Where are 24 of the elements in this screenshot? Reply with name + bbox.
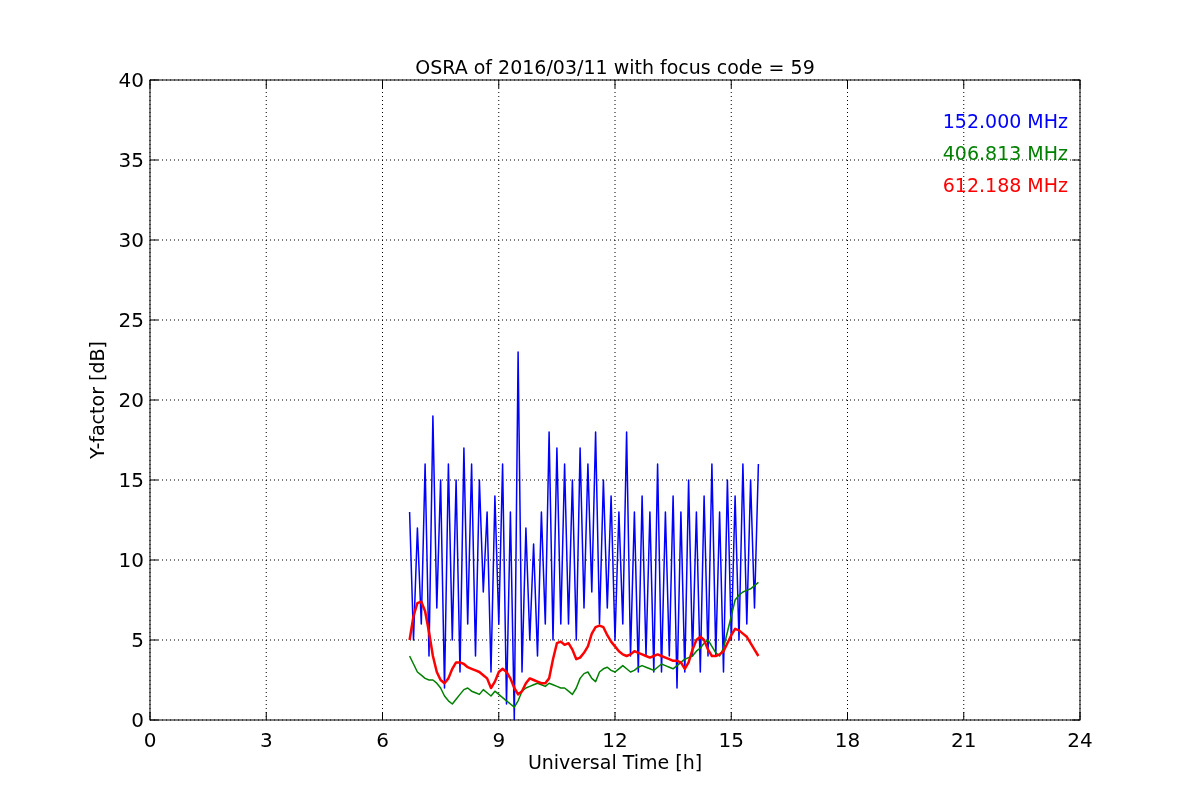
y-tick-label: 30 bbox=[118, 228, 144, 252]
y-tick-label: 35 bbox=[118, 148, 144, 172]
legend-label: 152.000 MHz bbox=[942, 110, 1068, 132]
y-tick-label: 25 bbox=[118, 308, 144, 332]
y-tick-label: 15 bbox=[118, 468, 144, 492]
y-tick-label: 5 bbox=[131, 628, 144, 652]
legend-label: 406.813 MHz bbox=[942, 142, 1068, 164]
x-tick-label: 3 bbox=[259, 728, 273, 752]
x-tick-label: 15 bbox=[718, 728, 744, 752]
x-tick-label: 24 bbox=[1067, 728, 1093, 752]
x-tick-label: 12 bbox=[602, 728, 628, 752]
y-tick-label: 20 bbox=[118, 388, 144, 412]
x-axis-label: Universal Time [h] bbox=[527, 751, 703, 773]
x-tick-label: 18 bbox=[834, 728, 861, 752]
y-tick-label: 40 bbox=[118, 68, 144, 92]
x-tick-label: 0 bbox=[143, 728, 157, 752]
x-tick-label: 21 bbox=[951, 728, 977, 752]
x-tick-label: 9 bbox=[492, 728, 506, 752]
y-tick-label: 0 bbox=[131, 708, 144, 732]
chart-title: OSRA of 2016/03/11 with focus code = 59 bbox=[415, 56, 815, 78]
y-tick-label: 10 bbox=[118, 548, 144, 572]
y-axis-label: Y-factor [dB] bbox=[86, 341, 108, 459]
x-tick-label: 6 bbox=[376, 728, 389, 752]
legend-label: 612.188 MHz bbox=[942, 174, 1068, 196]
